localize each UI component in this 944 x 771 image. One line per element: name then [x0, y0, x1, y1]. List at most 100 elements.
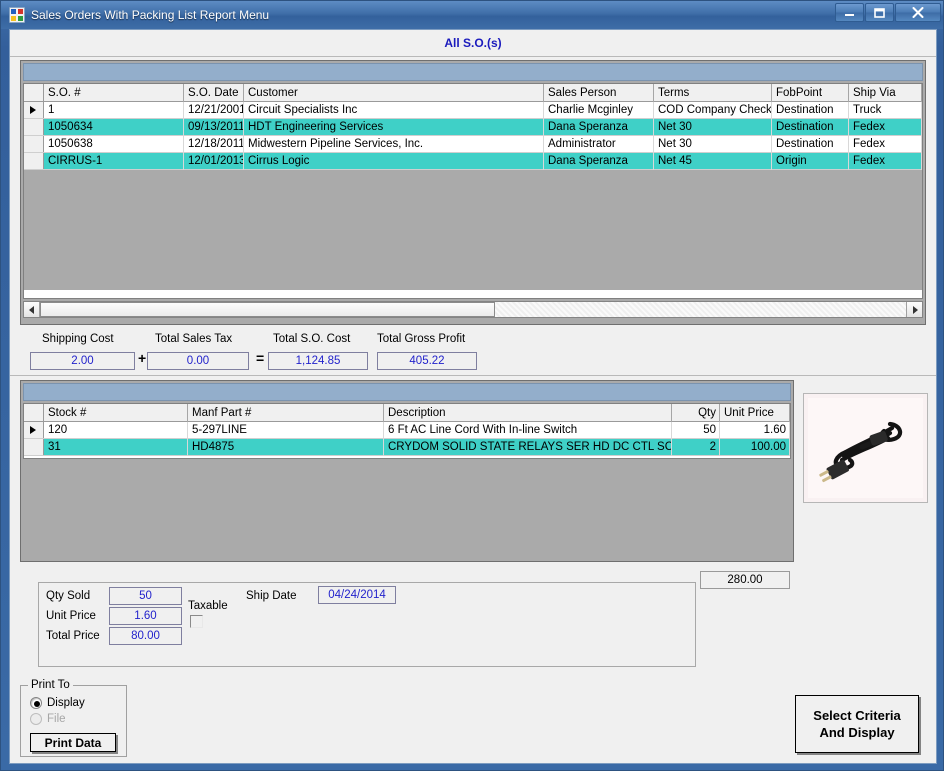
select-criteria-and-display-button[interactable]: Select Criteria And Display [795, 695, 919, 753]
orders-grid-hscrollbar[interactable] [23, 301, 923, 318]
cell-fob-point[interactable]: Origin [772, 153, 849, 170]
cell-ship-via[interactable]: Fedex [849, 153, 922, 170]
qty-sold-field[interactable]: 50 [109, 587, 182, 605]
cell-fob-point[interactable]: Destination [772, 136, 849, 153]
cell-fob-point[interactable]: Destination [772, 102, 849, 119]
cell-manf-part-number[interactable]: HD4875 [188, 439, 384, 456]
items-panel-band [23, 383, 791, 401]
maximize-button[interactable] [865, 3, 894, 22]
cell-so-date[interactable]: 09/13/2011 [184, 119, 244, 136]
table-row[interactable]: 31 HD4875 CRYDOM SOLID STATE RELAYS SER … [24, 439, 790, 456]
orders-grid-header: S.O. # S.O. Date Customer Sales Person T… [24, 84, 922, 102]
current-row-arrow-icon [30, 106, 36, 114]
close-button[interactable] [895, 3, 941, 22]
total-price-field[interactable]: 80.00 [109, 627, 182, 645]
cell-terms[interactable]: Net 30 [654, 119, 772, 136]
radio-file [30, 713, 42, 725]
cell-ship-via[interactable]: Truck [849, 102, 922, 119]
column-header-unit-price[interactable]: Unit Price [720, 404, 790, 422]
row-indicator[interactable] [24, 153, 44, 169]
cell-ship-via[interactable]: Fedex [849, 119, 922, 136]
cell-so-number[interactable]: 1050634 [44, 119, 184, 136]
cell-so-date[interactable]: 12/18/2011 [184, 136, 244, 153]
orders-panel-band [23, 63, 923, 81]
column-header-manf-part-number[interactable]: Manf Part # [188, 404, 384, 422]
column-header-fob-point[interactable]: FobPoint [772, 84, 849, 102]
cell-sales-person[interactable]: Dana Speranza [544, 119, 654, 136]
cell-unit-price[interactable]: 100.00 [720, 439, 790, 456]
cell-so-number[interactable]: 1050638 [44, 136, 184, 153]
column-header-customer[interactable]: Customer [244, 84, 544, 102]
order-total-field[interactable]: 280.00 [700, 571, 790, 589]
cell-sales-person[interactable]: Dana Speranza [544, 153, 654, 170]
cell-so-date[interactable]: 12/21/2001 [184, 102, 244, 119]
ship-date-field[interactable]: 04/24/2014 [318, 586, 396, 604]
cell-stock-number[interactable]: 120 [44, 422, 188, 439]
scrollbar-thumb[interactable] [40, 302, 495, 317]
total-sales-tax-label: Total Sales Tax [155, 333, 233, 345]
shipping-cost-value[interactable]: 2.00 [30, 352, 135, 370]
total-so-cost-value[interactable]: 1,124.85 [268, 352, 368, 370]
column-header-so-number[interactable]: S.O. # [44, 84, 184, 102]
minimize-button[interactable] [835, 3, 864, 22]
total-sales-tax-value[interactable]: 0.00 [147, 352, 249, 370]
column-header-terms[interactable]: Terms [654, 84, 772, 102]
cell-qty[interactable]: 2 [672, 439, 720, 456]
cell-unit-price[interactable]: 1.60 [720, 422, 790, 439]
cell-customer[interactable]: Cirrus Logic [244, 153, 544, 170]
cell-terms[interactable]: COD Company Check [654, 102, 772, 119]
scrollbar-track[interactable] [40, 302, 906, 317]
cell-so-number[interactable]: CIRRUS-1 [44, 153, 184, 170]
table-row[interactable]: 1050638 12/18/2011 Midwestern Pipeline S… [24, 136, 922, 153]
cell-so-number[interactable]: 1 [44, 102, 184, 119]
total-gross-profit-value[interactable]: 405.22 [377, 352, 477, 370]
row-indicator[interactable] [24, 119, 44, 135]
table-row[interactable]: 120 5-297LINE 6 Ft AC Line Cord With In-… [24, 422, 790, 439]
column-header-sales-person[interactable]: Sales Person [544, 84, 654, 102]
title-bar: Sales Orders With Packing List Report Me… [1, 1, 943, 29]
print-data-button[interactable]: Print Data [30, 733, 116, 752]
column-header-stock-number[interactable]: Stock # [44, 404, 188, 422]
cell-terms[interactable]: Net 45 [654, 153, 772, 170]
table-row[interactable]: 1 12/21/2001 Circuit Specialists Inc Cha… [24, 102, 922, 119]
orders-grid[interactable]: S.O. # S.O. Date Customer Sales Person T… [23, 83, 923, 299]
cell-qty[interactable]: 50 [672, 422, 720, 439]
cell-ship-via[interactable]: Fedex [849, 136, 922, 153]
unit-price-field[interactable]: 1.60 [109, 607, 182, 625]
row-indicator[interactable] [24, 102, 44, 118]
cell-sales-person[interactable]: Administrator [544, 136, 654, 153]
cell-customer[interactable]: Circuit Specialists Inc [244, 102, 544, 119]
table-row[interactable]: 1050634 09/13/2011 HDT Engineering Servi… [24, 119, 922, 136]
radio-display[interactable] [30, 697, 42, 709]
row-indicator[interactable] [24, 439, 44, 455]
column-header-qty[interactable]: Qty [672, 404, 720, 422]
scroll-right-icon[interactable] [906, 302, 922, 317]
orders-panel: S.O. # S.O. Date Customer Sales Person T… [20, 60, 926, 325]
column-header-description[interactable]: Description [384, 404, 672, 422]
items-grid[interactable]: Stock # Manf Part # Description Qty Unit… [23, 403, 791, 459]
client-area: All S.O.(s) S.O. # S.O. Date Customer Sa… [9, 29, 937, 764]
cell-terms[interactable]: Net 30 [654, 136, 772, 153]
radio-display-label[interactable]: Display [47, 697, 85, 709]
scroll-left-icon[interactable] [24, 302, 40, 317]
unit-price-label: Unit Price [46, 610, 96, 622]
cell-description[interactable]: CRYDOM SOLID STATE RELAYS SER HD DC CTL … [384, 439, 672, 456]
taxable-checkbox[interactable] [190, 615, 203, 628]
cell-fob-point[interactable]: Destination [772, 119, 849, 136]
select-criteria-line1: Select Criteria [813, 708, 901, 723]
cell-sales-person[interactable]: Charlie Mcginley [544, 102, 654, 119]
row-indicator[interactable] [24, 422, 44, 438]
cell-stock-number[interactable]: 31 [44, 439, 188, 456]
column-header-so-date[interactable]: S.O. Date [184, 84, 244, 102]
cell-customer[interactable]: HDT Engineering Services [244, 119, 544, 136]
column-header-ship-via[interactable]: Ship Via [849, 84, 922, 102]
radio-file-label: File [47, 713, 66, 725]
cell-customer[interactable]: Midwestern Pipeline Services, Inc. [244, 136, 544, 153]
window-title: Sales Orders With Packing List Report Me… [31, 8, 270, 22]
cell-manf-part-number[interactable]: 5-297LINE [188, 422, 384, 439]
table-row[interactable]: CIRRUS-1 12/01/2013 Cirrus Logic Dana Sp… [24, 153, 922, 170]
cell-description[interactable]: 6 Ft AC Line Cord With In-line Switch [384, 422, 672, 439]
row-indicator-header [24, 404, 44, 421]
cell-so-date[interactable]: 12/01/2013 [184, 153, 244, 170]
row-indicator[interactable] [24, 136, 44, 152]
